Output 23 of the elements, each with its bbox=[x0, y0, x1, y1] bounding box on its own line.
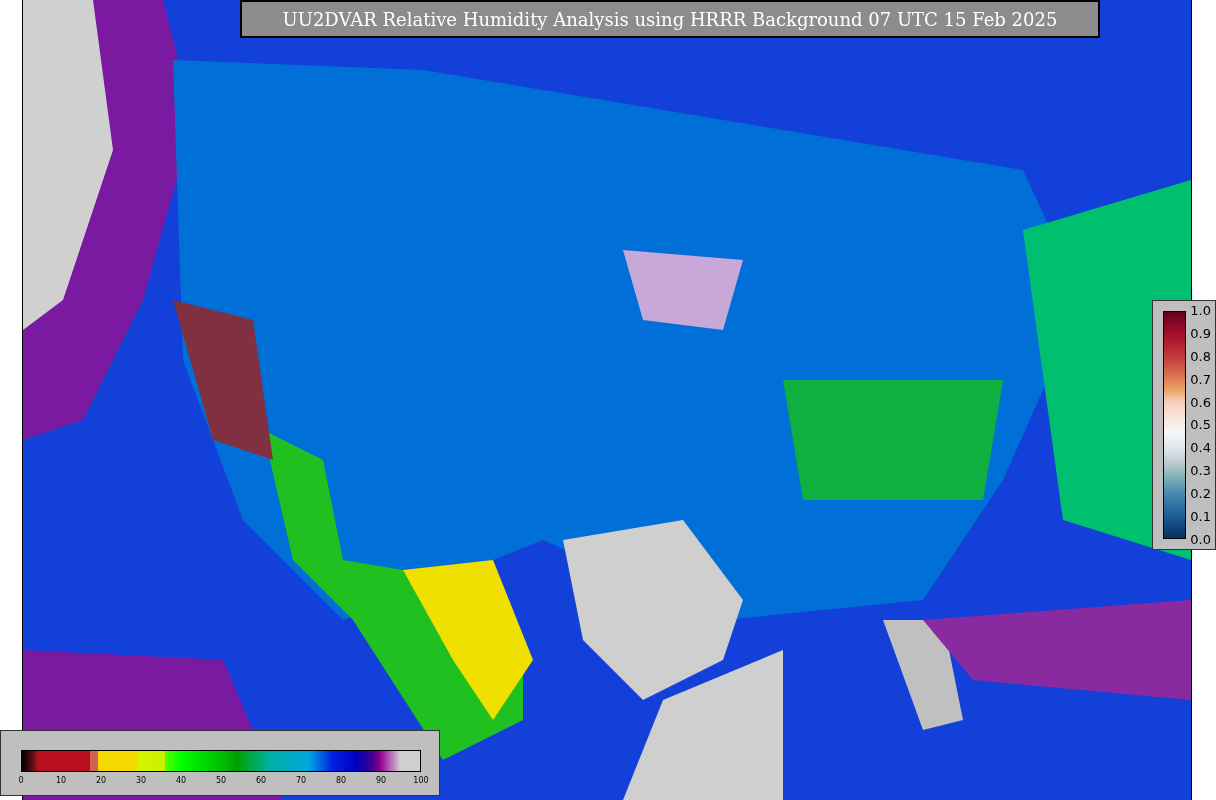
tick-label: 0 bbox=[18, 776, 24, 785]
tick-label: 10 bbox=[55, 776, 67, 785]
tick-label: 100 bbox=[413, 776, 429, 785]
tick-label: 0.0 bbox=[1190, 531, 1211, 547]
map-title: UU2DVAR Relative Humidity Analysis using HRRR Background 07 UTC 15 Feb 2025 bbox=[240, 0, 1100, 38]
tick-label: 60 bbox=[255, 776, 267, 785]
tick-label: 0.4 bbox=[1190, 440, 1211, 456]
tick-label: 0.1 bbox=[1190, 509, 1211, 524]
tick-label: 50 bbox=[215, 776, 227, 785]
tick-label: 70 bbox=[295, 776, 307, 785]
tick-label: 0.8 bbox=[1190, 348, 1211, 364]
tick-label: 40 bbox=[175, 776, 187, 785]
tick-label: 20 bbox=[95, 776, 107, 785]
tick-label: 0.2 bbox=[1190, 486, 1211, 502]
tick-label: 0.6 bbox=[1190, 394, 1211, 410]
tick-label: 90 bbox=[375, 776, 387, 785]
tick-label: 0.5 bbox=[1190, 417, 1211, 433]
tick-label: 0.7 bbox=[1190, 371, 1211, 387]
tick-label: 80 bbox=[335, 776, 347, 785]
tick-label: 1.0 bbox=[1190, 303, 1211, 318]
tick-label: 0.3 bbox=[1190, 463, 1211, 479]
tick-label: 30 bbox=[135, 776, 147, 785]
tick-label: 0.9 bbox=[1190, 325, 1211, 341]
